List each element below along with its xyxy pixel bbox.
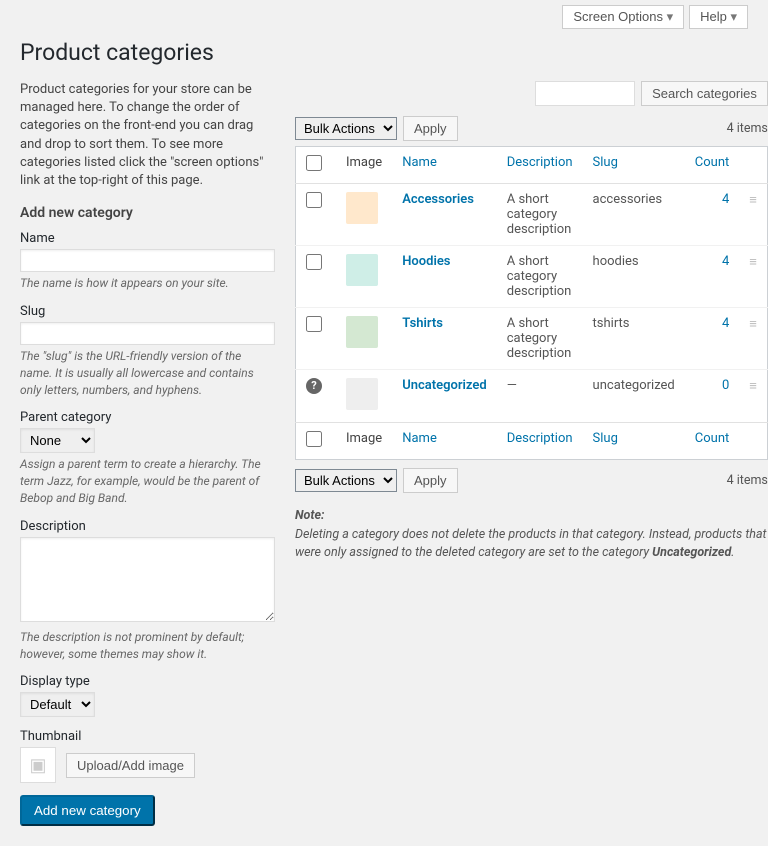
parent-help: Assign a parent term to create a hierarc…	[20, 456, 275, 506]
parent-label: Parent category	[20, 410, 275, 425]
intro-text: Product categories for your store can be…	[20, 81, 275, 190]
upload-image-button[interactable]: Upload/Add image	[66, 753, 195, 778]
category-slug: hoodies	[583, 246, 685, 308]
slug-label: Slug	[20, 304, 275, 319]
header-count-sort[interactable]: Count	[695, 155, 729, 170]
header-slug-sort[interactable]: Slug	[593, 155, 618, 170]
table-row[interactable]: Tshirts A short category descriptiontshir…	[296, 308, 768, 370]
display-label: Display type	[20, 674, 275, 689]
footer-slug-sort[interactable]: Slug	[593, 431, 618, 446]
footer-count-sort[interactable]: Count	[695, 431, 729, 446]
slug-input[interactable]	[20, 322, 275, 345]
info-icon: ?	[306, 378, 322, 394]
table-row[interactable]: Hoodies A short category descriptionhoodi…	[296, 246, 768, 308]
footer-name-sort[interactable]: Name	[402, 431, 437, 446]
category-desc: A short category description	[497, 246, 583, 308]
category-desc: A short category description	[497, 308, 583, 370]
items-count-bottom: 4 items	[727, 473, 768, 488]
select-all-checkbox[interactable]	[306, 155, 322, 171]
search-input[interactable]	[535, 81, 635, 106]
drag-handle-icon[interactable]: ≡	[739, 308, 767, 370]
category-name-link[interactable]: Accessories	[402, 192, 474, 207]
name-help: The name is how it appears on your site.	[20, 275, 275, 292]
footer-desc-sort[interactable]: Description	[507, 431, 573, 446]
help-button[interactable]: Help	[689, 5, 748, 29]
bulk-apply-top-button[interactable]: Apply	[403, 116, 458, 141]
display-select[interactable]: Default	[20, 692, 95, 717]
row-checkbox[interactable]	[306, 192, 322, 208]
bulk-apply-bottom-button[interactable]: Apply	[403, 468, 458, 493]
page-title: Product categories	[20, 39, 748, 66]
search-button[interactable]: Search categories	[641, 81, 768, 106]
note-label: Note:	[295, 508, 325, 523]
category-name-link[interactable]: Uncategorized	[402, 378, 487, 393]
drag-handle-icon[interactable]: ≡	[739, 184, 767, 246]
note-text: Deleting a category does not delete the …	[295, 526, 768, 561]
category-thumbnail	[346, 192, 378, 224]
header-image: Image	[336, 147, 392, 184]
screen-options-button[interactable]: Screen Options	[562, 5, 684, 29]
desc-textarea[interactable]	[20, 537, 275, 622]
categories-table: Image Name Description Slug Count Access…	[295, 146, 768, 460]
select-all-checkbox-foot[interactable]	[306, 431, 322, 447]
form-heading: Add new category	[20, 205, 275, 221]
category-thumbnail	[346, 378, 378, 410]
items-count-top: 4 items	[727, 121, 768, 136]
header-desc-sort[interactable]: Description	[507, 155, 573, 170]
thumbnail-placeholder-icon: ▣	[20, 747, 56, 783]
table-row[interactable]: Accessories A short category descriptiona…	[296, 184, 768, 246]
add-category-button[interactable]: Add new category	[20, 795, 155, 826]
table-row[interactable]: ? Uncategorized —uncategorized 0 ≡	[296, 370, 768, 423]
drag-handle-icon[interactable]: ≡	[739, 246, 767, 308]
parent-select[interactable]: None	[20, 428, 95, 453]
slug-help: The "slug" is the URL-friendly version o…	[20, 348, 275, 398]
drag-handle-icon[interactable]: ≡	[739, 370, 767, 423]
bulk-actions-bottom-select[interactable]: Bulk Actions	[295, 469, 397, 492]
category-slug: accessories	[583, 184, 685, 246]
desc-label: Description	[20, 519, 275, 534]
category-thumbnail	[346, 316, 378, 348]
bulk-actions-top-select[interactable]: Bulk Actions	[295, 117, 397, 140]
category-name-link[interactable]: Hoodies	[402, 254, 450, 269]
name-label: Name	[20, 231, 275, 246]
row-checkbox[interactable]	[306, 316, 322, 332]
header-name-sort[interactable]: Name	[402, 155, 437, 170]
category-thumbnail	[346, 254, 378, 286]
category-name-link[interactable]: Tshirts	[402, 316, 443, 331]
category-desc: —	[497, 370, 583, 423]
desc-help: The description is not prominent by defa…	[20, 629, 275, 663]
category-slug: uncategorized	[583, 370, 685, 423]
category-count-link[interactable]: 0	[722, 378, 729, 393]
category-count-link[interactable]: 4	[722, 192, 729, 207]
footer-image: Image	[336, 423, 392, 460]
thumb-label: Thumbnail	[20, 729, 275, 744]
row-checkbox[interactable]	[306, 254, 322, 270]
category-count-link[interactable]: 4	[722, 254, 729, 269]
name-input[interactable]	[20, 249, 275, 272]
category-count-link[interactable]: 4	[722, 316, 729, 331]
category-desc: A short category description	[497, 184, 583, 246]
category-slug: tshirts	[583, 308, 685, 370]
